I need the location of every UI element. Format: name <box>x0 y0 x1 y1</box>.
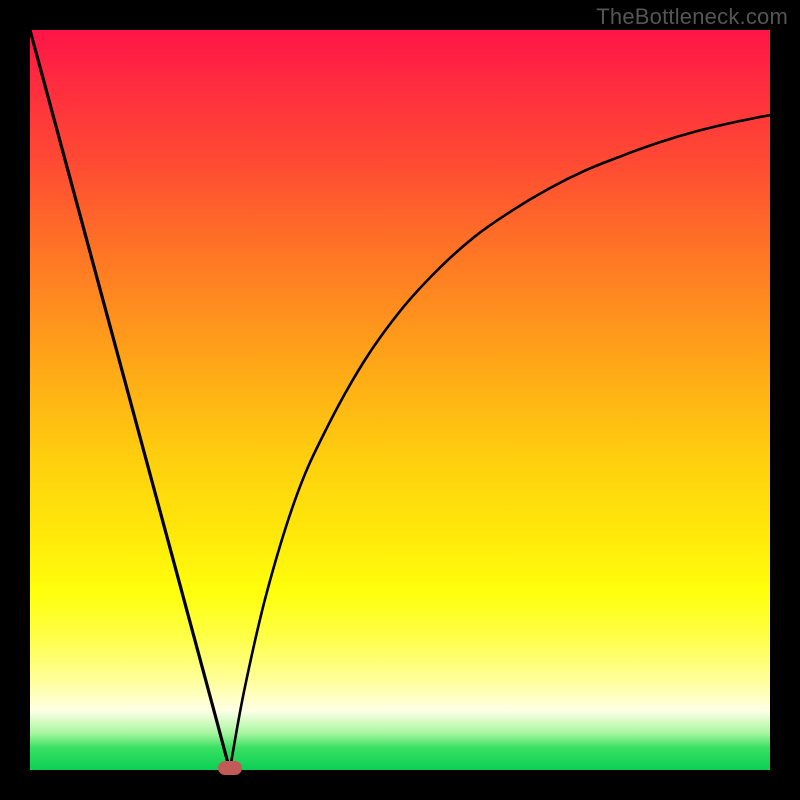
chart-frame: TheBottleneck.com <box>0 0 800 800</box>
curve-left-branch <box>30 30 230 770</box>
watermark-text: TheBottleneck.com <box>596 4 788 30</box>
bottleneck-curve <box>30 30 770 770</box>
plot-area <box>30 30 770 770</box>
minimum-marker <box>218 761 242 775</box>
curve-right-branch <box>230 115 770 770</box>
